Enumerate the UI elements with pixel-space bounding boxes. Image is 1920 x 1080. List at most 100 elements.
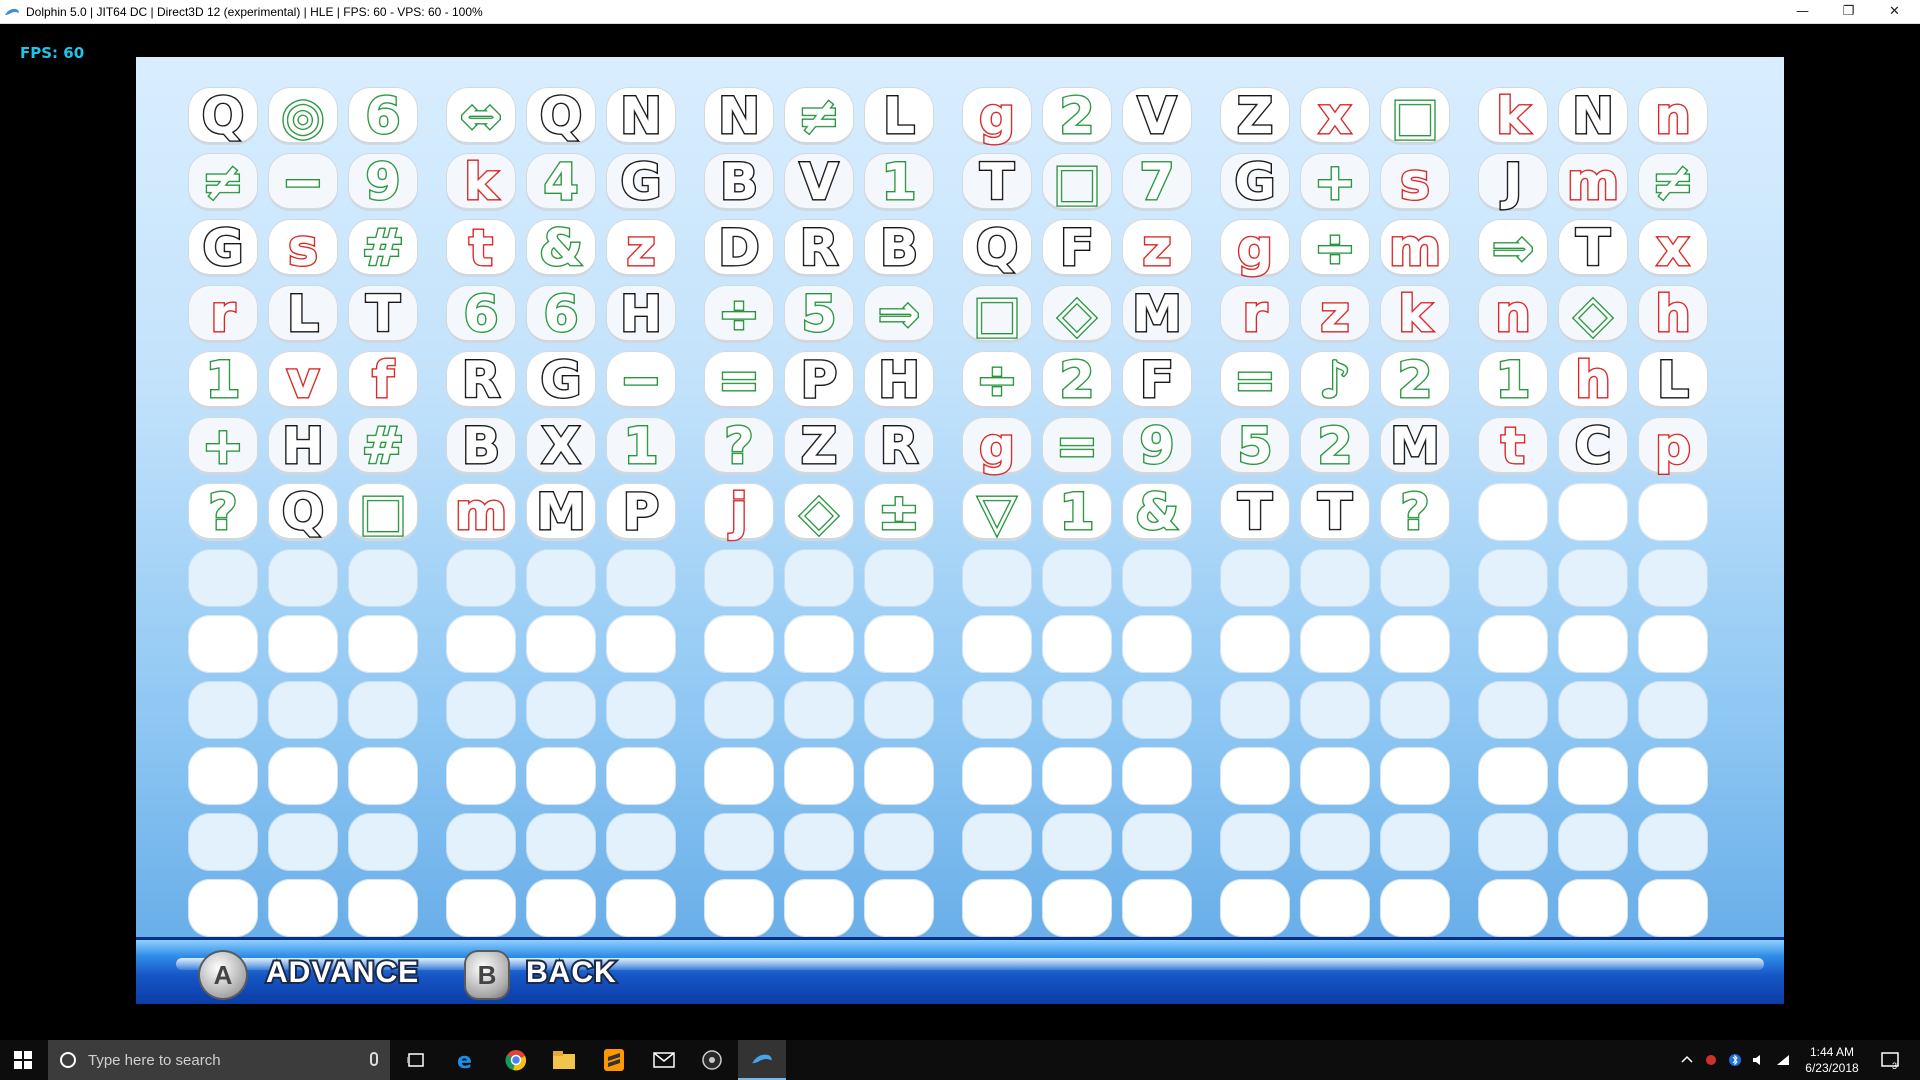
empty-cell[interactable] — [704, 879, 774, 937]
symbol-cell[interactable]: T — [962, 153, 1032, 211]
edge-browser-icon[interactable]: e — [442, 1040, 490, 1080]
empty-cell[interactable] — [606, 615, 676, 673]
symbol-cell[interactable]: G — [606, 153, 676, 211]
mail-icon[interactable] — [640, 1040, 688, 1080]
empty-cell[interactable] — [784, 747, 854, 805]
symbol-cell[interactable]: B — [446, 417, 516, 475]
symbol-cell[interactable]: R — [864, 417, 934, 475]
symbol-cell[interactable]: T — [348, 285, 418, 343]
empty-cell[interactable] — [1478, 681, 1548, 739]
empty-cell[interactable] — [1638, 879, 1708, 937]
empty-cell[interactable] — [1380, 615, 1450, 673]
symbol-cell[interactable]: m — [1380, 219, 1450, 277]
game-viewport[interactable]: Q ◎ 6 ⇔ Q N N ≠ Lg 2 V Zx □ k Nn ≠ −9 k 4 G B V 1 T □ 7 G + s Jm ≠ Gs # t… — [136, 57, 1784, 1004]
symbol-cell[interactable]: t — [1478, 417, 1548, 475]
empty-cell[interactable] — [1638, 813, 1708, 871]
symbol-cell[interactable]: 2 — [1380, 351, 1450, 409]
empty-cell[interactable] — [526, 549, 596, 607]
symbol-cell[interactable]: = — [704, 351, 774, 409]
empty-cell[interactable] — [1220, 549, 1290, 607]
symbol-cell[interactable]: V — [784, 153, 854, 211]
empty-cell[interactable] — [1380, 681, 1450, 739]
symbol-cell[interactable]: M — [1122, 285, 1192, 343]
empty-cell[interactable] — [1220, 747, 1290, 805]
symbol-cell[interactable]: L — [1638, 351, 1708, 409]
minimize-button[interactable]: — — [1780, 0, 1825, 23]
empty-cell[interactable] — [1122, 615, 1192, 673]
symbol-cell[interactable]: □ — [1042, 153, 1112, 211]
symbol-cell[interactable]: & — [1122, 483, 1192, 541]
empty-cell[interactable] — [1638, 483, 1708, 541]
symbol-cell[interactable]: x — [1300, 87, 1370, 145]
empty-cell[interactable] — [1478, 747, 1548, 805]
symbol-cell[interactable]: g — [962, 87, 1032, 145]
symbol-cell[interactable]: 1 — [188, 351, 258, 409]
symbol-cell[interactable]: # — [348, 417, 418, 475]
empty-cell[interactable] — [1300, 615, 1370, 673]
symbol-cell[interactable]: ÷ — [704, 285, 774, 343]
empty-cell[interactable] — [962, 813, 1032, 871]
clock[interactable]: 1:44 AM 6/23/2018 — [1790, 1044, 1874, 1076]
empty-cell[interactable] — [1478, 879, 1548, 937]
empty-cell[interactable] — [348, 813, 418, 871]
empty-cell[interactable] — [526, 747, 596, 805]
symbol-cell[interactable]: T — [1220, 483, 1290, 541]
symbol-cell[interactable]: 6 — [526, 285, 596, 343]
empty-cell[interactable] — [1300, 747, 1370, 805]
empty-cell[interactable] — [1638, 615, 1708, 673]
empty-cell[interactable] — [606, 681, 676, 739]
empty-cell[interactable] — [188, 813, 258, 871]
empty-cell[interactable] — [526, 813, 596, 871]
empty-cell[interactable] — [1042, 813, 1112, 871]
empty-cell[interactable] — [188, 681, 258, 739]
symbol-cell[interactable]: H — [864, 351, 934, 409]
windows-start-button[interactable] — [0, 1040, 46, 1080]
empty-cell[interactable] — [606, 813, 676, 871]
symbol-cell[interactable]: □ — [962, 285, 1032, 343]
symbol-cell[interactable]: p — [1638, 417, 1708, 475]
empty-cell[interactable] — [526, 615, 596, 673]
symbol-cell[interactable]: 2 — [1042, 87, 1112, 145]
empty-cell[interactable] — [446, 681, 516, 739]
symbol-cell[interactable]: G — [1220, 153, 1290, 211]
empty-cell[interactable] — [446, 615, 516, 673]
empty-cell[interactable] — [1042, 747, 1112, 805]
symbol-cell[interactable]: ▽ — [962, 483, 1032, 541]
symbol-cell[interactable]: 1 — [1042, 483, 1112, 541]
symbol-cell[interactable]: ÷ — [1300, 219, 1370, 277]
symbol-cell[interactable]: Z — [784, 417, 854, 475]
empty-cell[interactable] — [1478, 549, 1548, 607]
symbol-cell[interactable]: n — [1478, 285, 1548, 343]
empty-cell[interactable] — [188, 549, 258, 607]
symbol-cell[interactable]: G — [526, 351, 596, 409]
symbol-cell[interactable]: 6 — [348, 87, 418, 145]
symbol-cell[interactable]: n — [1638, 87, 1708, 145]
empty-cell[interactable] — [446, 747, 516, 805]
sublime-text-icon[interactable] — [590, 1040, 638, 1080]
dolphin-taskbar-icon[interactable] — [738, 1040, 786, 1080]
empty-cell[interactable] — [962, 615, 1032, 673]
symbol-cell[interactable]: L — [268, 285, 338, 343]
empty-cell[interactable] — [188, 747, 258, 805]
empty-cell[interactable] — [864, 747, 934, 805]
empty-cell[interactable] — [1220, 681, 1290, 739]
symbol-cell[interactable]: ⇔ — [446, 87, 516, 145]
empty-cell[interactable] — [1300, 549, 1370, 607]
microphone-icon[interactable] — [370, 1052, 378, 1066]
symbol-cell[interactable]: 5 — [1220, 417, 1290, 475]
symbol-cell[interactable]: + — [1300, 153, 1370, 211]
symbol-cell[interactable]: f — [348, 351, 418, 409]
symbol-cell[interactable]: ◎ — [268, 87, 338, 145]
symbol-cell[interactable]: & — [526, 219, 596, 277]
empty-cell[interactable] — [704, 813, 774, 871]
empty-cell[interactable] — [1558, 549, 1628, 607]
symbol-cell[interactable]: x — [1638, 219, 1708, 277]
empty-cell[interactable] — [526, 681, 596, 739]
symbol-cell[interactable]: g — [1220, 219, 1290, 277]
empty-cell[interactable] — [1478, 615, 1548, 673]
empty-cell[interactable] — [1380, 549, 1450, 607]
symbol-cell[interactable]: T — [1558, 219, 1628, 277]
empty-cell[interactable] — [962, 549, 1032, 607]
empty-cell[interactable] — [864, 879, 934, 937]
empty-cell[interactable] — [1558, 483, 1628, 541]
